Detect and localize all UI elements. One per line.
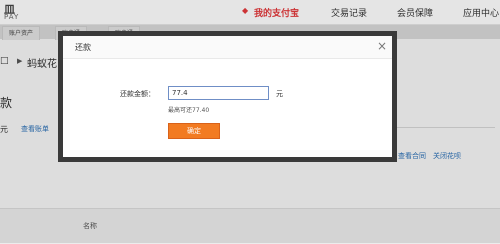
max-repayable-hint: 最高可还77.40 [168,107,210,114]
amount-unit: 元 [276,90,283,98]
repayment-dialog: 还款 × 还款金额： 元 最高可还77.40 确定 [63,36,392,157]
repayment-amount-input[interactable] [168,86,269,100]
close-icon[interactable]: × [376,39,388,53]
repayment-amount-label: 还款金额： [120,90,155,98]
confirm-button[interactable]: 确定 [168,123,220,139]
page: 皿 PAY ◆ 我的支付宝 交易记录 会员保障 应用中心 账户资产 账户通 账户… [0,0,500,244]
dialog-header: 还款 × [63,36,392,59]
dialog-title: 还款 [75,43,91,52]
